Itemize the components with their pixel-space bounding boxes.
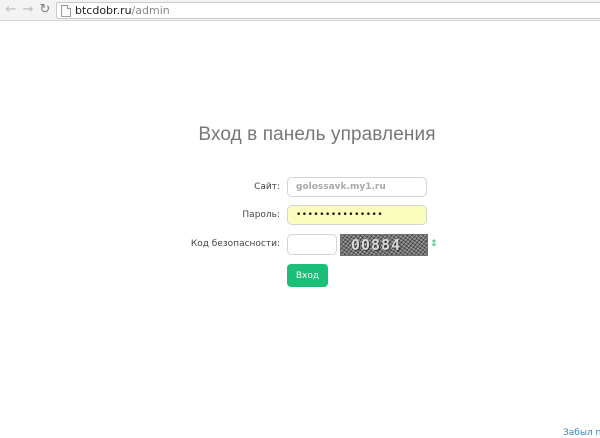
captcha-image: 00884 — [340, 234, 428, 256]
url-path: /admin — [131, 4, 170, 17]
password-input[interactable] — [287, 205, 427, 225]
login-button[interactable]: Вход — [287, 264, 328, 287]
refresh-captcha-icon[interactable]: ⇕ — [430, 238, 438, 251]
forgot-password-link[interactable]: Забыл п — [563, 428, 600, 438]
page-title: Вход в панель управления — [198, 124, 436, 145]
captcha-input[interactable] — [287, 234, 337, 255]
reload-icon[interactable]: ↻ — [37, 2, 53, 18]
captcha-text: 00884 — [351, 236, 402, 254]
forward-arrow-icon[interactable]: → — [20, 2, 36, 18]
browser-toolbar: ← → ↻ btcdobr.ru/admin — [0, 0, 600, 21]
site-input[interactable] — [287, 177, 427, 197]
url-host: btcdobr.ru — [75, 4, 132, 17]
captcha-label: Код безопасности: — [190, 239, 280, 249]
back-arrow-icon[interactable]: ← — [3, 2, 19, 18]
page-icon — [61, 4, 71, 17]
address-bar[interactable]: btcdobr.ru/admin — [56, 2, 600, 19]
password-label: Пароль: — [242, 210, 280, 220]
site-label: Сайт: — [254, 182, 280, 192]
